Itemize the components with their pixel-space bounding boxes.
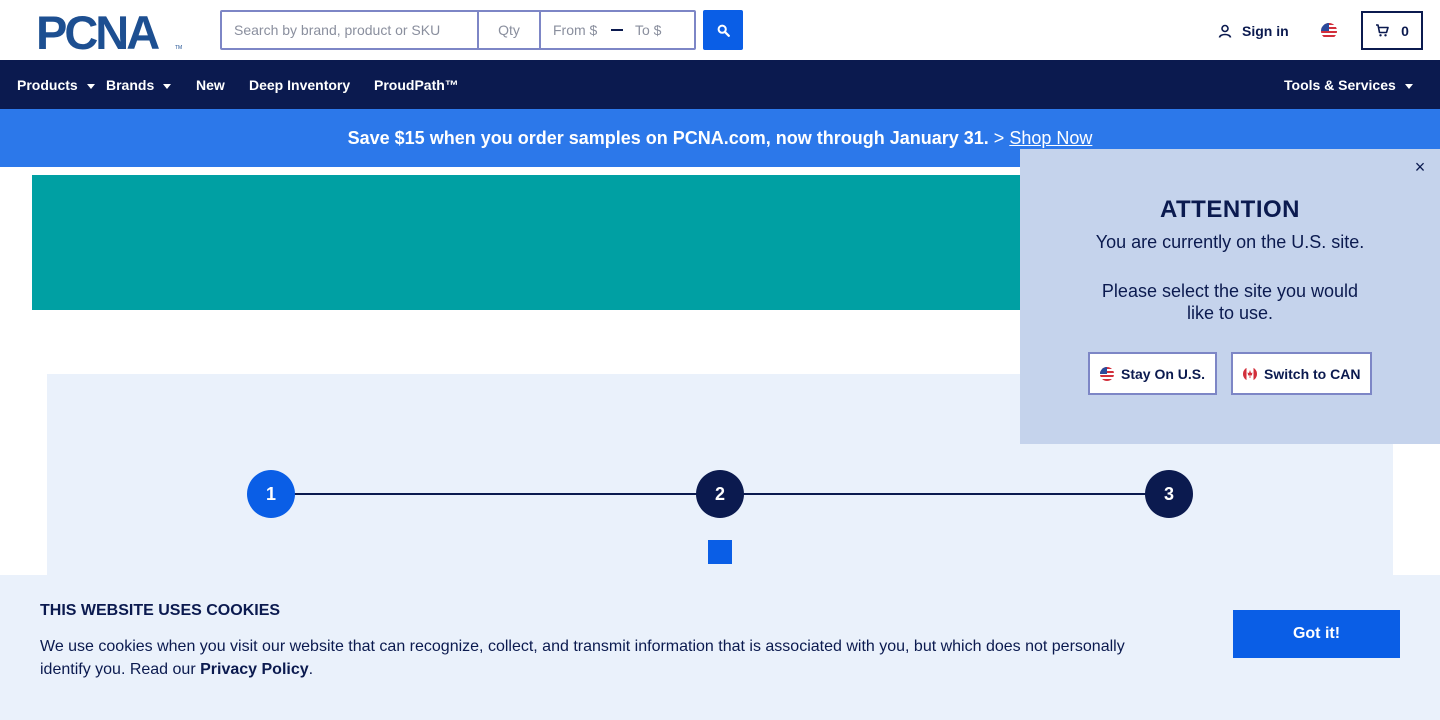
stay-on-us-button[interactable]: Stay On U.S.: [1088, 352, 1218, 395]
cart-count: 0: [1401, 22, 1409, 39]
user-icon: [1218, 24, 1232, 38]
step-marker: [708, 540, 732, 564]
pcna-logo[interactable]: PCNA TM: [36, 11, 184, 51]
sign-in-link[interactable]: Sign in: [1218, 20, 1289, 42]
privacy-policy-link[interactable]: Privacy Policy: [200, 661, 309, 678]
promo-separator: >: [993, 127, 1005, 148]
nav-new[interactable]: New: [196, 60, 225, 109]
cart-icon: [1376, 24, 1389, 37]
site-select-popup: × ATTENTION You are currently on the U.S…: [1020, 149, 1440, 444]
svg-text:TM: TM: [175, 45, 182, 51]
nav-tools-services-label: Tools & Services: [1284, 76, 1396, 93]
price-dash: [611, 29, 623, 31]
price-from-input[interactable]: [553, 15, 611, 45]
price-range: [541, 12, 694, 48]
promo-text: Save $15 when you order samples on PCNA.…: [347, 127, 989, 148]
search-icon: [717, 24, 730, 37]
nav-deep-inventory[interactable]: Deep Inventory: [249, 60, 350, 109]
popup-title: ATTENTION: [1159, 196, 1301, 223]
chevron-down-icon: [163, 83, 172, 89]
us-flag-icon[interactable]: [1321, 23, 1337, 39]
nav-brands[interactable]: Brands: [106, 60, 172, 109]
nav-new-label: New: [196, 76, 225, 93]
step-connector: [720, 493, 1169, 495]
step-connector: [271, 493, 720, 495]
cookie-title: THIS WEBSITE USES COOKIES: [40, 602, 281, 619]
popup-line-1: You are currently on the U.S. site.: [1095, 232, 1365, 252]
chevron-down-icon: [86, 83, 95, 89]
switch-to-can-button[interactable]: Switch to CAN: [1231, 352, 1373, 395]
step-2[interactable]: 2: [696, 470, 744, 518]
search-group: [220, 10, 696, 50]
cart-button[interactable]: 0: [1361, 11, 1423, 50]
price-to-input[interactable]: [635, 15, 693, 45]
nav-tools-services[interactable]: Tools & Services: [1284, 60, 1413, 109]
us-flag-icon: [1100, 366, 1114, 381]
nav-proudpath-label: ProudPath™: [374, 76, 459, 93]
shop-now-link[interactable]: Shop Now: [1009, 128, 1092, 149]
popup-line-3: like to use.: [1186, 303, 1274, 323]
chevron-down-icon: [1404, 83, 1413, 89]
page: PCNA TM Sign in: [0, 0, 1440, 720]
nav-proudpath[interactable]: ProudPath™: [374, 60, 459, 109]
got-it-button[interactable]: Got it!: [1233, 610, 1400, 658]
qty-input[interactable]: [479, 12, 541, 48]
sign-in-label: Sign in: [1242, 23, 1289, 39]
switch-to-can-label: Switch to CAN: [1264, 365, 1361, 382]
search-button[interactable]: [703, 10, 743, 50]
nav-products-label: Products: [17, 76, 78, 93]
cookie-text-end: .: [308, 661, 314, 678]
stay-on-us-label: Stay On U.S.: [1121, 365, 1206, 382]
cookie-banner: THIS WEBSITE USES COOKIES We use cookies…: [0, 575, 1440, 720]
site-header: PCNA TM Sign in: [0, 0, 1440, 60]
cookie-text-block: We use cookies when you visit our websit…: [40, 635, 1150, 681]
close-icon[interactable]: ×: [1410, 157, 1430, 177]
nav-deep-inventory-label: Deep Inventory: [249, 76, 351, 93]
step-1[interactable]: 1: [247, 470, 295, 518]
step-3[interactable]: 3: [1145, 470, 1193, 518]
canada-flag-icon: [1243, 366, 1257, 381]
main-nav: Products Brands New Deep Inventory Proud…: [0, 60, 1440, 109]
popup-line-2: Please select the site you would: [1101, 281, 1359, 301]
nav-brands-label: Brands: [106, 76, 155, 93]
nav-products[interactable]: Products: [17, 60, 95, 109]
logo-text: PCNA: [36, 11, 159, 51]
search-input[interactable]: [222, 12, 479, 48]
